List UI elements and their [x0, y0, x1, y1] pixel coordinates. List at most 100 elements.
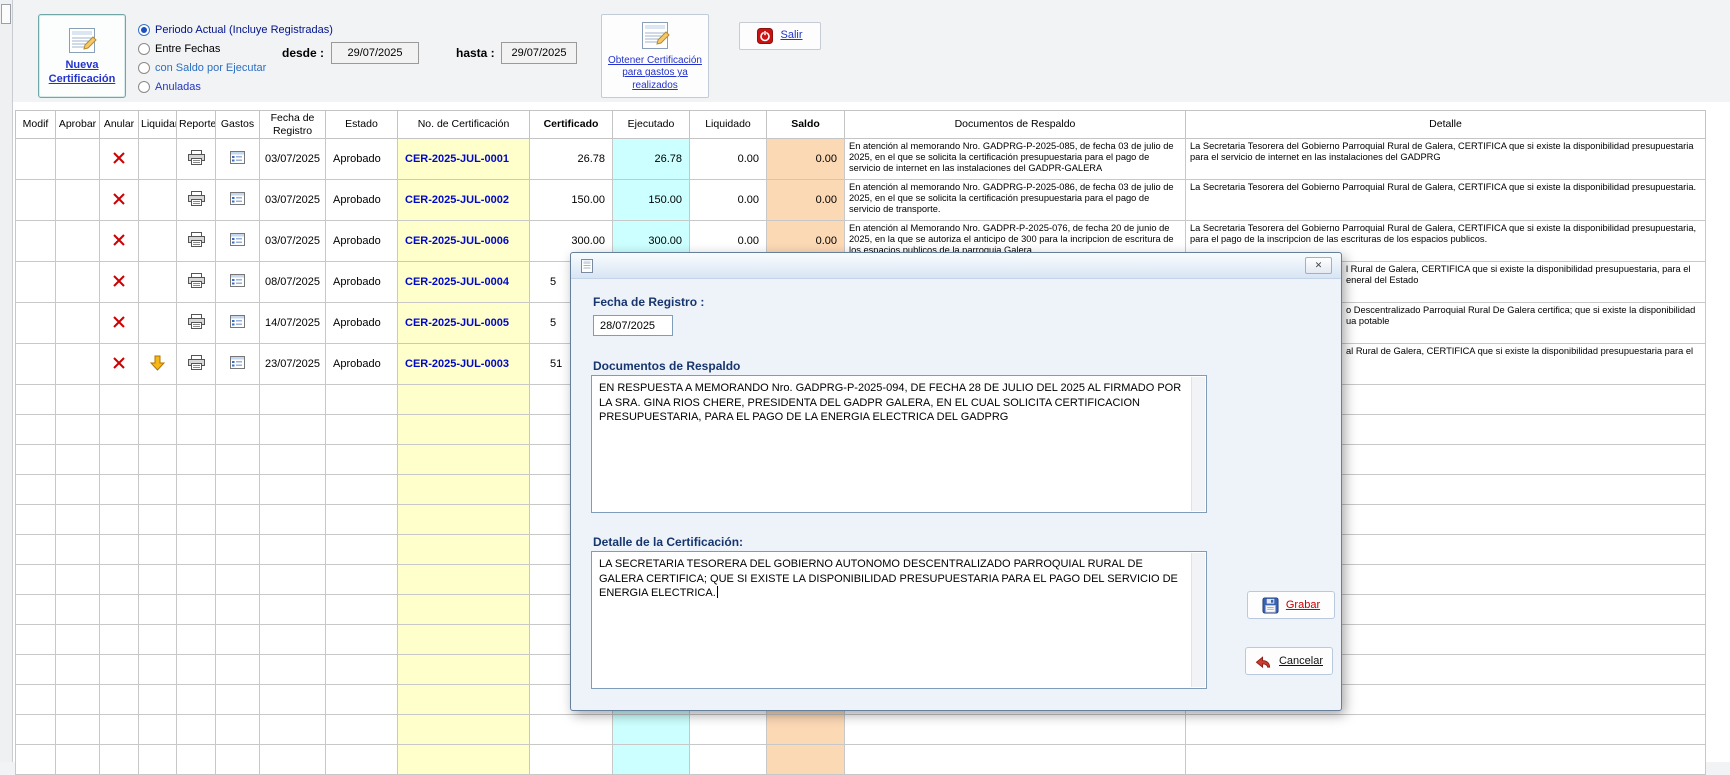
empty-cell — [100, 685, 139, 715]
empty-cell — [139, 655, 177, 685]
reporte-printer-icon[interactable] — [188, 314, 205, 329]
column-header-ejecutado[interactable]: Ejecutado — [613, 111, 690, 139]
salir-button[interactable]: Salir — [739, 22, 821, 50]
reporte-printer-icon[interactable] — [188, 273, 205, 288]
empty-cell — [690, 745, 767, 775]
column-header-liquidar[interactable]: Liquidar — [139, 111, 177, 139]
gastos-grid-icon[interactable] — [230, 356, 245, 369]
column-header-modif[interactable]: Modif — [16, 111, 56, 139]
column-header-reporte[interactable]: Reporte — [177, 111, 216, 139]
detalle-certificacion-textarea[interactable]: LA SECRETARIA TESORERA DEL GOBIERNO AUTO… — [591, 551, 1207, 689]
reporte-printer-icon[interactable] — [188, 150, 205, 165]
column-header-gastos[interactable]: Gastos — [216, 111, 260, 139]
estado-cell: Aprobado — [326, 262, 398, 303]
reporte-cell[interactable] — [177, 262, 216, 303]
gastos-cell[interactable] — [216, 180, 260, 221]
table-row[interactable]: 03/07/2025AprobadoCER-2025-JUL-0002150.0… — [16, 180, 1706, 221]
documentos-respaldo-textarea[interactable]: EN RESPUESTA A MEMORANDO Nro. GADPRG-P-2… — [591, 375, 1207, 513]
certification-number-cell[interactable]: CER-2025-JUL-0005 — [398, 303, 530, 344]
grabar-button[interactable]: Grabar — [1247, 591, 1335, 619]
column-header-fecha-de-registro[interactable]: Fecha de Registro — [260, 111, 326, 139]
liquidar-cell — [139, 139, 177, 180]
anular-cell[interactable] — [100, 303, 139, 344]
liquidar-arrow-icon[interactable] — [150, 355, 165, 371]
reporte-printer-icon[interactable] — [188, 232, 205, 247]
gastos-grid-icon[interactable] — [230, 315, 245, 328]
reporte-cell[interactable] — [177, 221, 216, 262]
empty-cell — [177, 655, 216, 685]
empty-cell — [139, 625, 177, 655]
table-row[interactable]: 03/07/2025AprobadoCER-2025-JUL-000126.78… — [16, 139, 1706, 180]
liquidar-cell[interactable] — [139, 344, 177, 385]
column-header-no-de-certificaci-n[interactable]: No. de Certificación — [398, 111, 530, 139]
gastos-cell[interactable] — [216, 303, 260, 344]
anular-cell[interactable] — [100, 180, 139, 221]
anular-x-icon[interactable] — [112, 315, 126, 329]
gastos-cell[interactable] — [216, 139, 260, 180]
detalle-certificacion-text: LA SECRETARIA TESORERA DEL GOBIERNO AUTO… — [599, 558, 1178, 599]
gastos-cell[interactable] — [216, 262, 260, 303]
empty-cell — [326, 745, 398, 775]
certification-number-cell[interactable]: CER-2025-JUL-0002 — [398, 180, 530, 221]
gastos-grid-icon[interactable] — [230, 151, 245, 164]
reporte-cell[interactable] — [177, 139, 216, 180]
radio-anuladas[interactable]: Anuladas — [138, 77, 333, 96]
detalle-scrollbar[interactable] — [1191, 553, 1205, 687]
reporte-printer-icon[interactable] — [188, 191, 205, 206]
column-header-documentos-de-respaldo[interactable]: Documentos de Respaldo — [845, 111, 1186, 139]
anular-cell[interactable] — [100, 139, 139, 180]
anular-x-icon[interactable] — [112, 274, 126, 288]
reporte-cell[interactable] — [177, 303, 216, 344]
gastos-grid-icon[interactable] — [230, 274, 245, 287]
saldo-cell: 0.00 — [767, 139, 845, 180]
anular-cell[interactable] — [100, 221, 139, 262]
radio-con-saldo[interactable]: con Saldo por Ejecutar — [138, 58, 333, 77]
empty-cell — [1186, 745, 1706, 775]
gastos-grid-icon[interactable] — [230, 233, 245, 246]
dialog-close-button[interactable]: ✕ — [1305, 257, 1332, 274]
column-header-detalle[interactable]: Detalle — [1186, 111, 1706, 139]
reporte-cell[interactable] — [177, 344, 216, 385]
reporte-printer-icon[interactable] — [188, 355, 205, 370]
cancelar-button[interactable]: Cancelar — [1245, 647, 1333, 675]
certification-number-cell[interactable]: CER-2025-JUL-0003 — [398, 344, 530, 385]
empty-cell — [398, 745, 530, 775]
gastos-grid-icon[interactable] — [230, 192, 245, 205]
nueva-certificacion-button[interactable]: Nueva Certificación — [38, 14, 126, 98]
anular-x-icon[interactable] — [112, 151, 126, 165]
empty-cell — [260, 715, 326, 745]
anular-x-icon[interactable] — [112, 233, 126, 247]
column-header-saldo[interactable]: Saldo — [767, 111, 845, 139]
documentos-scrollbar[interactable] — [1191, 377, 1205, 511]
anular-cell[interactable] — [100, 344, 139, 385]
gastos-cell[interactable] — [216, 221, 260, 262]
fecha-registro-input[interactable]: 28/07/2025 — [593, 315, 673, 336]
gastos-cell[interactable] — [216, 344, 260, 385]
detalle-cell: La Secretaria Tesorera del Gobierno Parr… — [1186, 139, 1706, 180]
side-panel-handle[interactable] — [1, 4, 11, 24]
radio-periodo-actual[interactable]: Periodo Actual (Incluye Registradas) — [138, 20, 333, 39]
anular-cell[interactable] — [100, 262, 139, 303]
column-header-estado[interactable]: Estado — [326, 111, 398, 139]
desde-date-input[interactable]: 29/07/2025 — [331, 42, 419, 64]
dialog-titlebar[interactable]: ✕ — [571, 253, 1341, 279]
column-header-liquidado[interactable]: Liquidado — [690, 111, 767, 139]
empty-cell — [16, 745, 56, 775]
column-header-anular[interactable]: Anular — [100, 111, 139, 139]
empty-cell — [260, 625, 326, 655]
hasta-date-input[interactable]: 29/07/2025 — [501, 42, 577, 64]
anular-x-icon[interactable] — [112, 356, 126, 370]
reporte-cell[interactable] — [177, 180, 216, 221]
estado-cell: Aprobado — [326, 344, 398, 385]
liquidado-cell: 0.00 — [690, 139, 767, 180]
empty-cell — [326, 505, 398, 535]
column-header-aprobar[interactable]: Aprobar — [56, 111, 100, 139]
anular-x-icon[interactable] — [112, 192, 126, 206]
save-floppy-icon — [1262, 597, 1279, 614]
certification-number-cell[interactable]: CER-2025-JUL-0001 — [398, 139, 530, 180]
certification-number-cell[interactable]: CER-2025-JUL-0006 — [398, 221, 530, 262]
collapsed-side-panel[interactable] — [0, 0, 13, 762]
obtener-certificacion-button[interactable]: Obtener Certificación para gastos ya rea… — [601, 14, 709, 98]
certification-number-cell[interactable]: CER-2025-JUL-0004 — [398, 262, 530, 303]
column-header-certificado[interactable]: Certificado — [530, 111, 613, 139]
